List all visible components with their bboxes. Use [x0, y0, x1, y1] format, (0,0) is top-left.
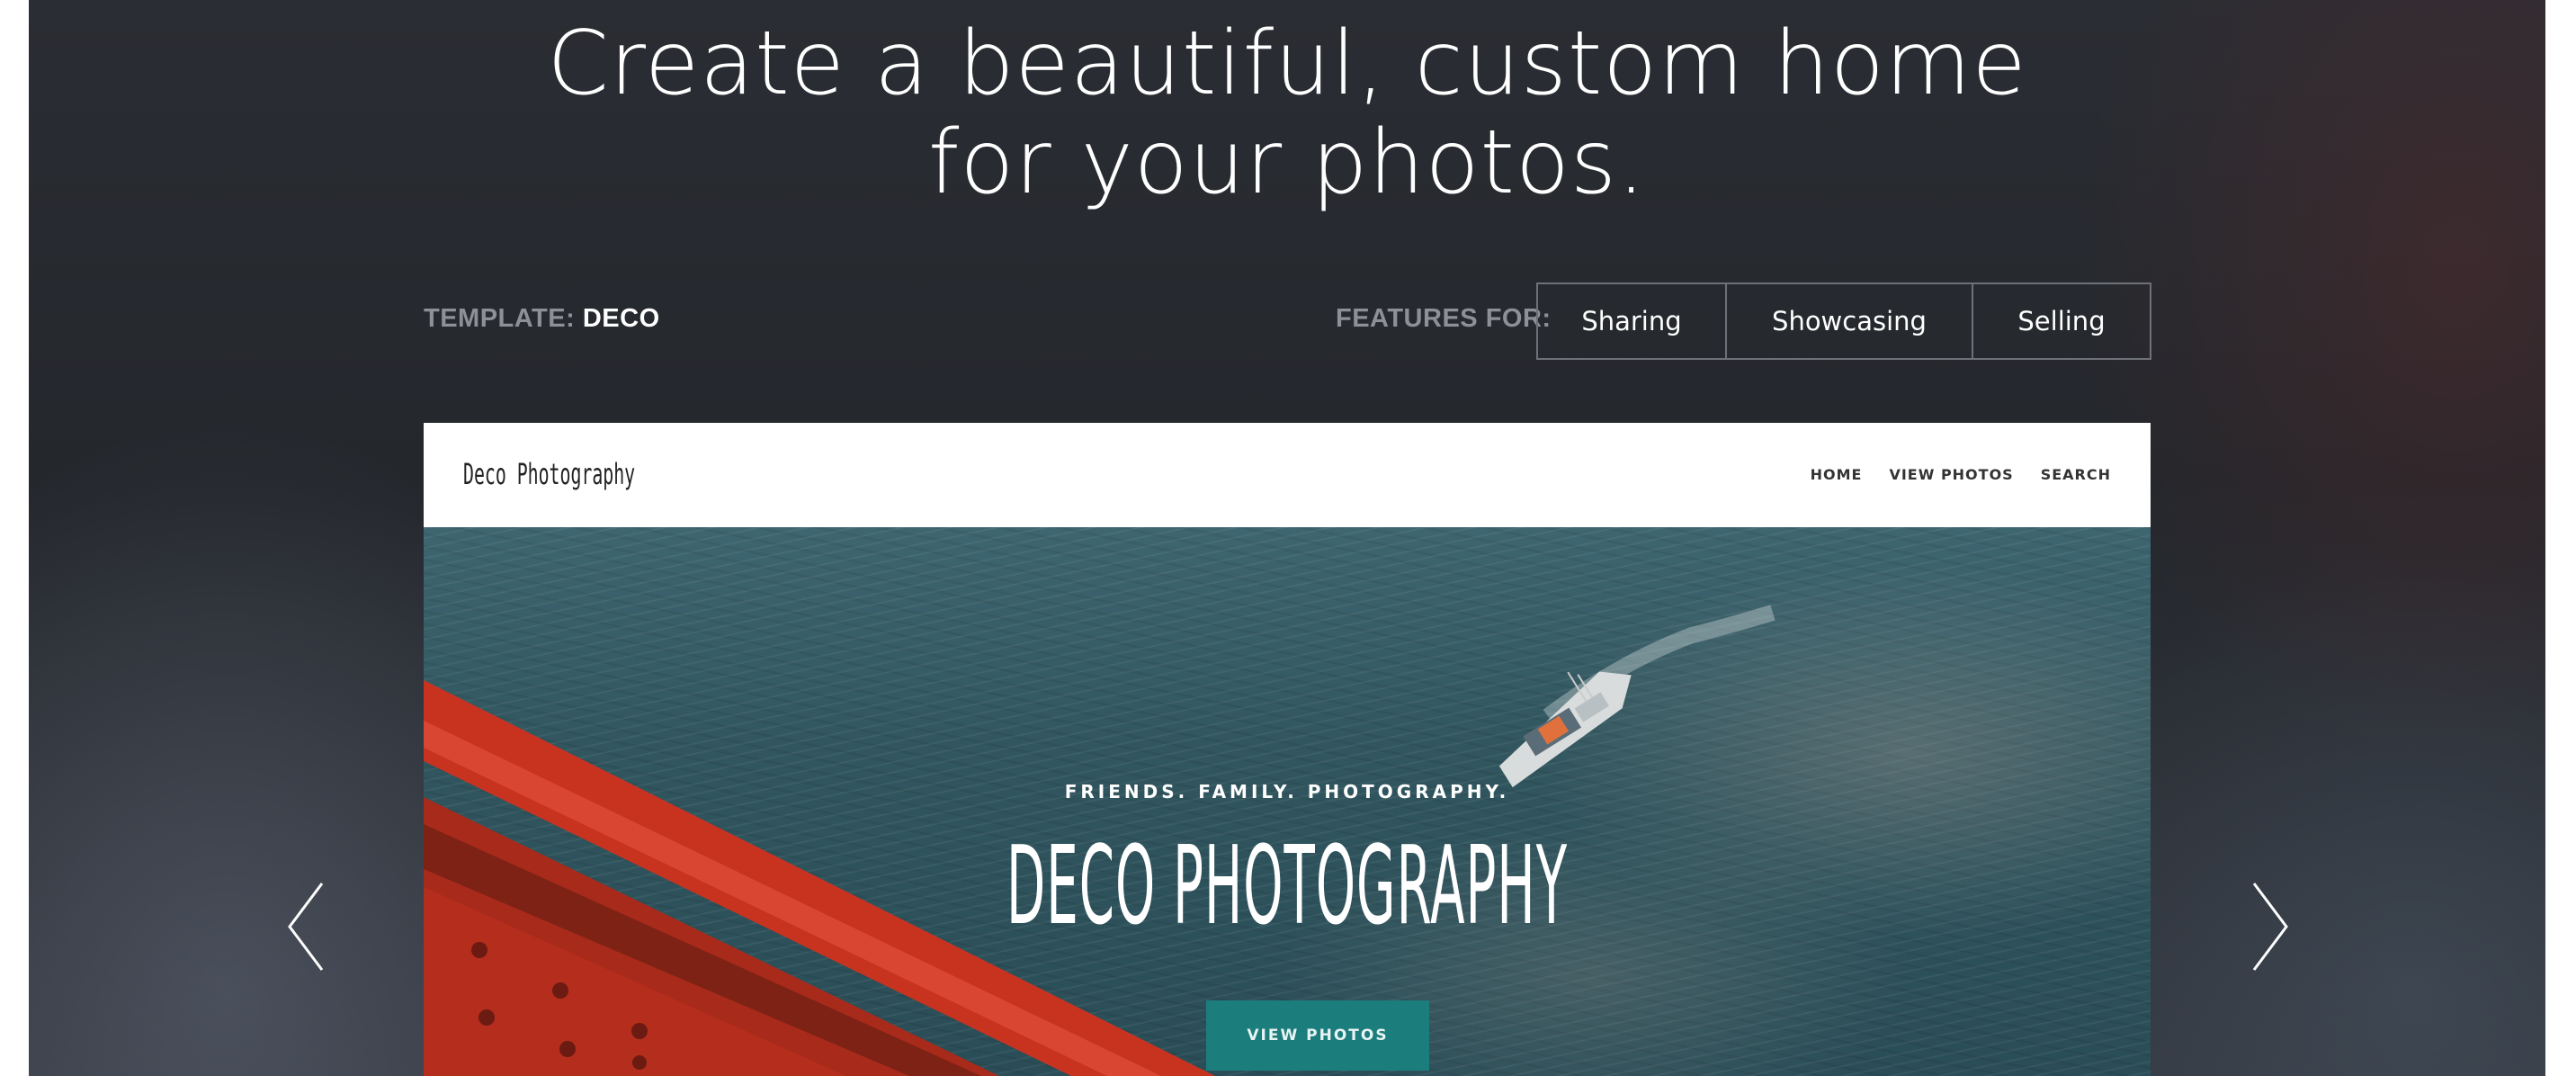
features-label: FEATURES FOR:: [1336, 304, 1552, 333]
preview-view-photos-button[interactable]: VIEW PHOTOS: [1206, 1000, 1429, 1071]
preview-hero-title: DECO PHOTOGRAPHY: [424, 824, 2151, 950]
page-headline: Create a beautiful, custom home for your…: [29, 14, 2545, 212]
chevron-left-icon[interactable]: [286, 882, 331, 972]
preview-site-logo[interactable]: Deco Photography: [463, 457, 635, 491]
template-indicator: TEMPLATE: DECO: [424, 304, 660, 334]
template-name: DECO: [582, 304, 660, 333]
chevron-right-icon[interactable]: [2245, 882, 2290, 972]
template-preview[interactable]: Deco Photography HOME VIEW PHOTOS SEARCH: [424, 423, 2151, 1076]
preview-hero-title-text: DECO PHOTOGRAPHY: [1006, 824, 1568, 949]
preview-nav-home[interactable]: HOME: [1811, 466, 1863, 483]
preview-site-menu: HOME VIEW PHOTOS SEARCH: [1811, 466, 2111, 483]
preview-nav-search[interactable]: SEARCH: [2041, 466, 2111, 483]
preview-hero: FRIENDS. FAMILY. PHOTOGRAPHY. DECO PHOTO…: [424, 527, 2151, 1076]
template-label: TEMPLATE:: [424, 304, 576, 333]
preview-tagline: FRIENDS. FAMILY. PHOTOGRAPHY.: [1064, 781, 1510, 803]
headline-line-2: for your photos.: [927, 112, 1647, 214]
tab-showcasing[interactable]: Showcasing: [1727, 284, 1973, 358]
tab-selling[interactable]: Selling: [1973, 284, 2150, 358]
template-showcase: Create a beautiful, custom home for your…: [29, 0, 2545, 1076]
preview-nav-view-photos[interactable]: VIEW PHOTOS: [1889, 466, 2013, 483]
features-tab-group: Sharing Showcasing Selling: [1536, 282, 2151, 360]
tab-sharing[interactable]: Sharing: [1538, 284, 1727, 358]
preview-site-header: Deco Photography HOME VIEW PHOTOS SEARCH: [424, 423, 2151, 527]
headline-line-1: Create a beautiful, custom home: [547, 13, 2027, 115]
